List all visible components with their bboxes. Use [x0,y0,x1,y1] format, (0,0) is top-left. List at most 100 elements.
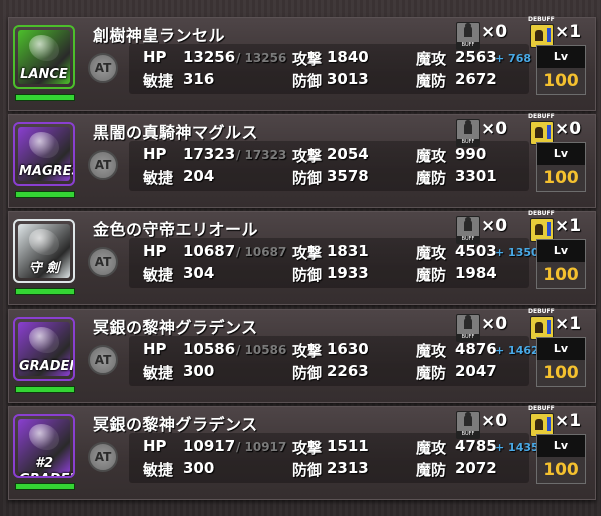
down-arrow-icon [547,320,551,334]
magic-defense-value: 1984 [455,264,497,282]
hp-max-value: / 17323 [236,148,287,162]
level-label: Lv [553,342,569,355]
buff-figure [464,315,472,329]
level-box: Lv 100 [536,337,586,387]
hp-label: HP [143,145,167,163]
hp-bar-fill [16,289,74,294]
unit-name: 冥銀の黎神グラデンス [93,415,258,434]
portrait-tag: MAGRESS [19,164,73,179]
hp-value: 13256 [183,48,236,66]
debuff-count: ×1 [555,314,582,334]
hp-max-value: / 10586 [236,343,287,357]
magic-attack-label: 魔攻 [416,342,447,360]
magic-attack-label: 魔攻 [416,244,447,262]
magic-attack-bonus: + 1350 [495,246,539,259]
buff-label: BUFF [457,334,479,341]
buff-icon[interactable]: BUFF [456,411,480,439]
unit-portrait[interactable]: MAGRESS [13,122,75,186]
defense-label: 防御 [292,266,323,284]
agility-label: 敏捷 [143,72,174,90]
magic-defense-label: 魔防 [416,461,447,479]
hp-bar [15,386,75,393]
defense-label: 防御 [292,461,323,479]
debuff-label: DEBUFF [528,308,555,315]
debuff-figure [535,419,543,430]
debuff-label: DEBUFF [528,16,555,23]
magic-defense-label: 魔防 [416,72,447,90]
magic-defense-value: 2672 [455,70,497,88]
buff-count: ×0 [481,119,508,139]
level-value: 100 [537,165,585,191]
agility-value: 304 [183,264,215,282]
attack-label: 攻撃 [292,147,323,165]
level-box: Lv 100 [536,239,586,289]
buff-icon[interactable]: BUFF [456,22,480,50]
unit-card[interactable]: 守 劍 金色の守帝エリオール AT HP 10687 / 10687 攻撃 18… [8,210,596,305]
level-box: Lv 100 [536,434,586,484]
portrait-tag: #2 GRADENS [19,456,73,476]
buff-label: BUFF [457,42,479,49]
down-arrow-icon [547,417,551,431]
level-value: 100 [537,360,585,386]
unit-card[interactable]: #2 GRADENS 冥銀の黎神グラデンス AT HP 10917 / 1091… [8,405,596,500]
hp-label: HP [143,340,167,358]
unit-card[interactable]: MAGRESS 黒闇の真騎神マグルス AT HP 17323 / 17323 攻… [8,113,596,208]
magic-attack-label: 魔攻 [416,50,447,68]
unit-card[interactable]: GRADENS 冥銀の黎神グラデンス AT HP 10586 / 10586 攻… [8,308,596,403]
unit-name: 金色の守帝エリオール [93,220,259,239]
unit-portrait[interactable]: GRADENS [13,317,75,381]
magic-attack-label: 魔攻 [416,147,447,165]
hp-max-value: / 10687 [236,245,287,259]
agility-label: 敏捷 [143,266,174,284]
level-box: Lv 100 [536,45,586,95]
level-value: 100 [537,68,585,94]
agility-value: 204 [183,167,215,185]
hp-bar [15,94,75,101]
magic-defense-value: 2072 [455,459,497,477]
buff-label: BUFF [457,236,479,243]
defense-value: 2263 [327,362,369,380]
magic-attack-value: 990 [455,145,487,163]
buff-icon[interactable]: BUFF [456,216,480,244]
magic-attack-label: 魔攻 [416,439,447,457]
down-arrow-icon [547,28,551,42]
magic-defense-value: 3301 [455,167,497,185]
buff-count: ×0 [481,216,508,236]
magic-attack-value: 2563 [455,48,497,66]
attack-value: 1511 [327,437,369,455]
buff-icon[interactable]: BUFF [456,314,480,342]
hp-value: 10586 [183,340,236,358]
hp-max-value: / 13256 [236,51,287,65]
hp-value: 10917 [183,437,236,455]
down-arrow-icon [547,125,551,139]
unit-card[interactable]: LANCE 創樹神皇ランセル AT HP 13256 / 13256 攻撃 18… [8,16,596,111]
magic-defense-value: 2047 [455,362,497,380]
defense-label: 防御 [292,364,323,382]
level-label: Lv [553,439,569,452]
attack-label: 攻撃 [292,439,323,457]
buff-figure [464,217,472,231]
agility-label: 敏捷 [143,364,174,382]
attack-value: 1840 [327,48,369,66]
agility-value: 300 [183,362,215,380]
level-value: 100 [537,262,585,288]
debuff-figure [535,30,543,41]
unit-portrait[interactable]: 守 劍 [13,219,75,283]
debuff-count: ×1 [555,411,582,431]
attack-label: 攻撃 [292,50,323,68]
defense-value: 2313 [327,459,369,477]
hp-label: HP [143,437,167,455]
debuff-label: DEBUFF [528,113,555,120]
unit-portrait[interactable]: #2 GRADENS [13,414,75,478]
buff-label: BUFF [457,139,479,146]
debuff-count: ×1 [555,22,582,42]
magic-attack-bonus: + 1462 [495,344,539,357]
buff-count: ×0 [481,22,508,42]
agility-label: 敏捷 [143,169,174,187]
buff-icon[interactable]: BUFF [456,119,480,147]
buff-count: ×0 [481,314,508,334]
unit-portrait[interactable]: LANCE [13,25,75,89]
level-value: 100 [537,457,585,483]
hp-label: HP [143,242,167,260]
defense-value: 3013 [327,70,369,88]
